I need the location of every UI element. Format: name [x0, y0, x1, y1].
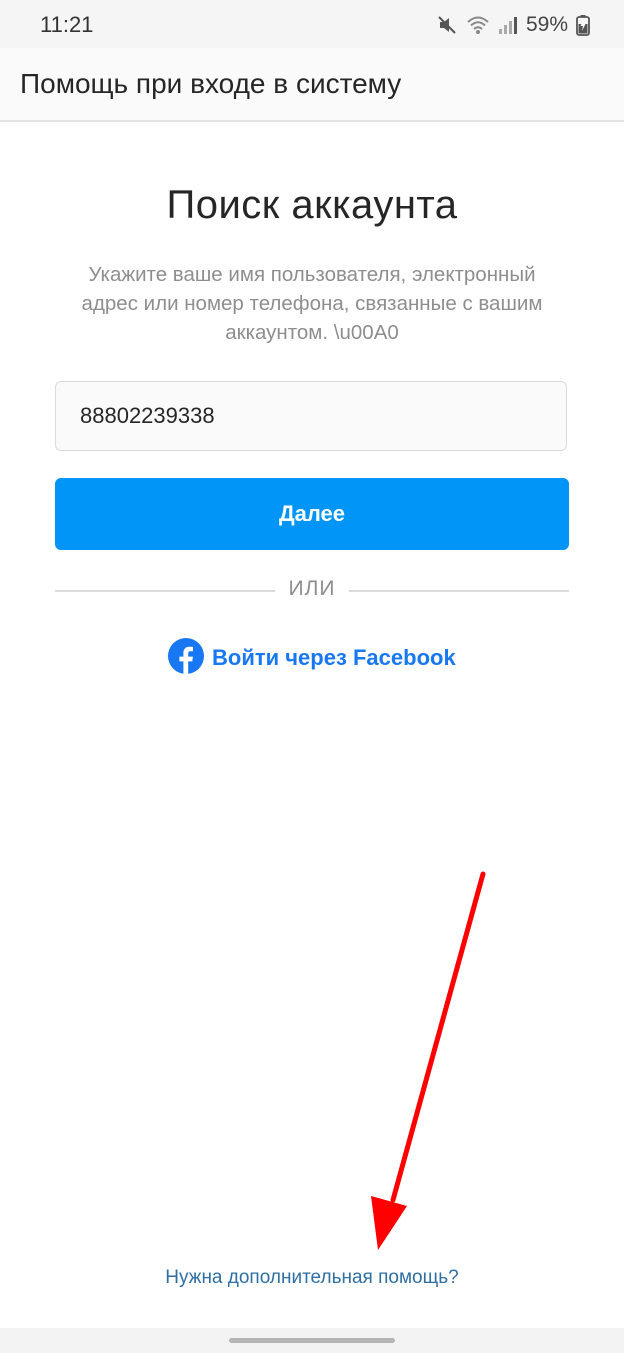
page-title: Помощь при входе в систему [20, 68, 402, 99]
app-bar: Помощь при входе в систему [0, 48, 624, 122]
divider-line-right [349, 590, 569, 592]
next-button[interactable]: Далее [55, 478, 569, 550]
signal-icon [498, 14, 518, 36]
battery-percent: 59% [525, 13, 568, 36]
status-time: 11:21 [40, 12, 94, 37]
divider-line-left [55, 590, 275, 592]
facebook-icon [168, 637, 204, 679]
username-phone-input[interactable]: 88802239338 [55, 381, 567, 451]
more-help-link[interactable]: Нужна дополнительная помощь? [0, 1267, 624, 1289]
navigation-bar [0, 1328, 624, 1353]
battery-charging-icon [576, 14, 590, 36]
status-icons: 59% [436, 12, 590, 38]
input-value: 88802239338 [80, 403, 215, 428]
status-bar: 11:21 59% [0, 0, 624, 48]
facebook-login-label: Войти через Facebook [212, 645, 456, 670]
wifi-icon [466, 14, 490, 36]
search-account-heading: Поиск аккаунта [166, 183, 458, 227]
mute-icon [436, 14, 458, 36]
or-divider-text: ИЛИ [288, 577, 336, 600]
facebook-login-link[interactable]: Войти через Facebook [168, 637, 456, 679]
instructions-text: Укажите ваше имя пользователя, электронн… [81, 263, 543, 344]
home-gesture-handle[interactable] [229, 1338, 395, 1343]
